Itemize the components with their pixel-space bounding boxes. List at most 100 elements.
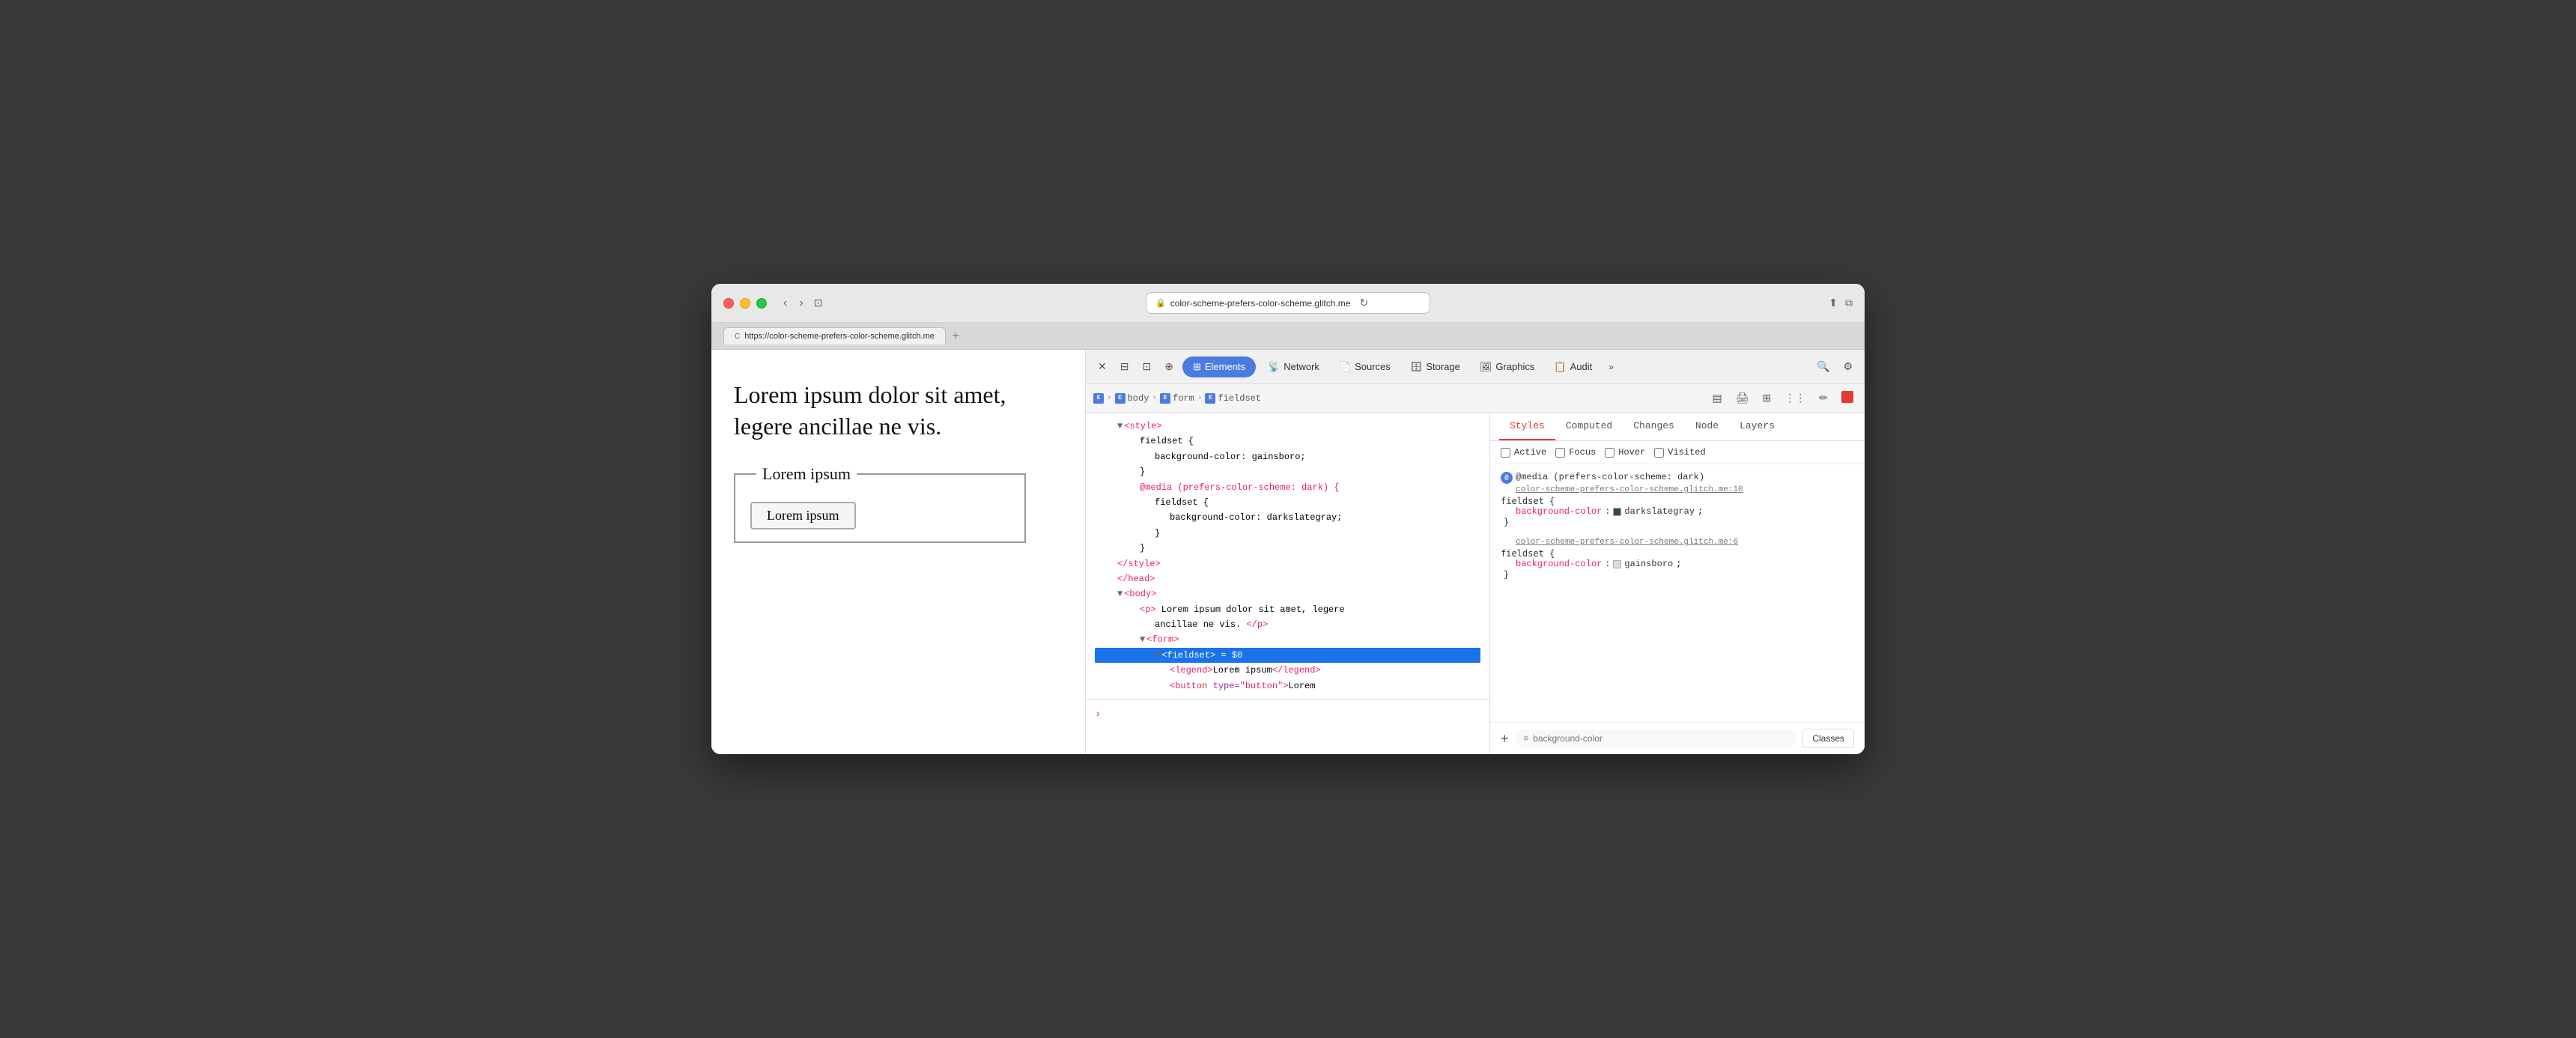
devtools-settings-button[interactable]: ⚙ [1838,357,1857,376]
sidebar-toggle-button[interactable]: ⊡ [814,297,823,309]
color-swatch-button[interactable] [1838,389,1857,407]
pseudo-active-label[interactable]: Active [1501,447,1546,458]
html-line: ▼ <style> [1095,419,1480,434]
fieldset-button[interactable]: Lorem ipsum [750,502,856,529]
breadcrumb-tools: ▤ 🖨 ⊞ ⋮⋮ ✏ [1709,389,1857,407]
breadcrumb-item-root[interactable]: E [1093,393,1104,404]
tab-sources[interactable]: 📄 Sources [1331,356,1398,377]
css-prop-val-1: darkslategray [1624,506,1695,517]
devtools-close-button[interactable]: ✕ [1093,357,1111,376]
devtools-search-button[interactable]: 🔍 [1812,357,1834,376]
add-property-bar: + ⊙ Classes [1490,722,1865,754]
console-prompt-icon[interactable]: › [1095,708,1101,720]
pseudo-focus-label[interactable]: Focus [1555,447,1596,458]
pseudo-visited-label[interactable]: Visited [1654,447,1705,458]
grid-view-button[interactable]: ⊞ [1759,389,1775,407]
devtools-dock-button[interactable]: ⊟ [1116,357,1134,376]
breadcrumb-item-fieldset[interactable]: E fieldset [1205,393,1261,404]
tab-changes[interactable]: Changes [1623,413,1685,440]
tab-node[interactable]: Node [1685,413,1729,440]
layout-grid-button[interactable]: ▤ [1709,389,1726,407]
css-rule-base: color-scheme-prefers-color-scheme.glitch… [1501,538,1854,580]
back-button[interactable]: ‹ [779,294,792,313]
add-property-input[interactable] [1533,733,1638,744]
tab-layers[interactable]: Layers [1729,413,1785,440]
devtools-undock-button[interactable]: ⊡ [1137,357,1155,376]
css-color-swatch-light[interactable] [1613,560,1621,568]
page-paragraph: Lorem ipsum dolor sit amet, legere ancil… [734,380,1063,442]
title-bar-actions: ⬆ ⧉ [1829,297,1853,309]
console-bar: › [1086,699,1489,728]
reload-button[interactable]: ↻ [1359,297,1368,309]
print-button[interactable]: 🖨 [1732,389,1753,407]
tab-bar: C https://color-scheme-prefers-color-sch… [711,323,1865,350]
body-e-icon: E [1115,393,1126,404]
style-close-tag: </style> [1117,556,1161,571]
classes-button[interactable]: Classes [1802,729,1854,748]
audit-tab-label: Audit [1570,361,1593,372]
breadcrumb-form-label: form [1173,393,1194,404]
css-color-swatch-dark[interactable] [1613,508,1621,516]
add-property-button[interactable]: + [1501,732,1509,745]
styles-panel: Styles Computed Changes Node Layers Acti… [1490,413,1865,754]
tab-storage[interactable]: 🗄 Storage [1403,356,1468,377]
more-tabs-button[interactable]: » [1604,359,1618,375]
storage-tab-label: Storage [1426,361,1460,372]
pseudo-active-checkbox[interactable] [1501,448,1510,458]
body-triangle-icon[interactable]: ▼ [1117,586,1123,601]
breadcrumb-sep-2: › [1152,394,1157,403]
devtools-inspect-button[interactable]: ⊕ [1160,357,1178,376]
css-selector-1: fieldset { [1501,496,1854,506]
new-tab-button[interactable]: + [952,328,960,344]
pseudo-visited-checkbox[interactable] [1654,448,1664,458]
fieldset-triangle-icon[interactable]: ▼ [1155,648,1160,663]
css-origin-link-1[interactable]: color-scheme-prefers-color-scheme.glitch… [1516,485,1854,494]
p-tag-content2: ancillae ne vis. </p> [1155,617,1268,632]
page-text-line2: legere ancillae ne vis. [734,413,941,440]
sources-tab-label: Sources [1355,361,1391,372]
traffic-lights [723,298,767,309]
storage-tab-icon: 🗄 [1410,361,1423,373]
tab-styles[interactable]: Styles [1499,413,1555,440]
html-line: } [1095,541,1480,556]
audit-tab-icon: 📋 [1554,361,1566,373]
html-line: ▼ <body> [1095,586,1480,601]
html-line: fieldset { [1095,434,1480,449]
breadcrumb-item-form[interactable]: E form [1160,393,1194,404]
tab-elements[interactable]: ⊞ Elements [1182,356,1256,377]
close-traffic-light[interactable] [723,298,734,309]
breadcrumb-item-body[interactable]: E body [1115,393,1149,404]
html-panel: ▼ <style> fieldset { background-color: g… [1086,413,1490,754]
html-line: <button type="button">Lorem [1095,679,1480,693]
html-line: } [1095,464,1480,479]
css-dark-bg-prop: background-color: darkslategray; [1170,510,1342,525]
edit-button[interactable]: ✏ [1815,389,1832,407]
maximize-traffic-light[interactable] [756,298,767,309]
minimize-traffic-light[interactable] [740,298,750,309]
pseudo-active-text: Active [1514,447,1546,458]
tab-computed[interactable]: Computed [1555,413,1623,440]
devtools-body: ▼ <style> fieldset { background-color: g… [1086,413,1865,754]
pseudo-hover-checkbox[interactable] [1605,448,1614,458]
tab-audit[interactable]: 📋 Audit [1546,356,1600,377]
new-window-button[interactable]: ⧉ [1845,297,1853,309]
css-origin-link-2[interactable]: color-scheme-prefers-color-scheme.glitch… [1516,538,1854,547]
css-selector-2: fieldset { [1501,548,1854,559]
fieldset-legend: Lorem ipsum [756,464,857,484]
pseudo-focus-checkbox[interactable] [1555,448,1565,458]
form-open-tag: <form> [1146,632,1179,647]
forward-button[interactable]: › [795,294,807,313]
triangle-icon[interactable]: ▼ [1117,419,1123,434]
address-bar: 🔒 color-scheme-prefers-color-scheme.glit… [1146,292,1430,314]
tab-label: https://color-scheme-prefers-color-schem… [744,332,935,341]
flex-view-button[interactable]: ⋮⋮ [1781,389,1809,407]
share-button[interactable]: ⬆ [1829,297,1838,309]
browser-tab[interactable]: C https://color-scheme-prefers-color-sch… [723,327,946,345]
html-line: ancillae ne vis. </p> [1095,617,1480,632]
selected-html-line[interactable]: ▼ <fieldset> = $0 [1095,648,1480,663]
tab-network[interactable]: 📡 Network [1260,356,1327,377]
form-triangle-icon[interactable]: ▼ [1140,632,1145,647]
tab-graphics[interactable]: 🖼 Graphics [1472,356,1543,377]
pseudo-hover-label[interactable]: Hover [1605,447,1645,458]
html-line: </head> [1095,571,1480,586]
